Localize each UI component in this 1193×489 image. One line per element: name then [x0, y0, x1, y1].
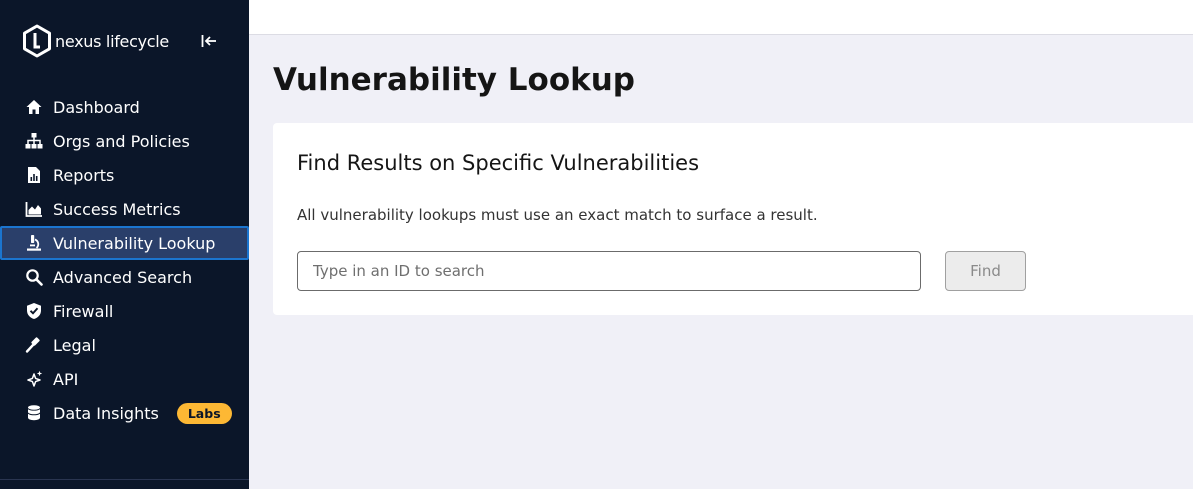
area-chart-icon: [25, 200, 43, 218]
find-button[interactable]: Find: [945, 251, 1026, 291]
vulnerability-id-input[interactable]: [297, 251, 921, 291]
sidebar-item-firewall[interactable]: Firewall: [0, 294, 249, 328]
sidebar-item-orgs-and-policies[interactable]: Orgs and Policies: [0, 124, 249, 158]
page-title: Vulnerability Lookup: [273, 62, 635, 98]
home-icon: [25, 98, 43, 116]
nexus-hexagon-logo: [23, 24, 51, 58]
sidebar-item-vulnerability-lookup[interactable]: Vulnerability Lookup: [0, 226, 249, 260]
top-bar: [249, 0, 1193, 35]
search-icon: [25, 268, 43, 286]
sidebar-item-label: Dashboard: [53, 97, 140, 117]
sidebar-item-label: Legal: [53, 335, 96, 355]
sidebar-item-legal[interactable]: Legal: [0, 328, 249, 362]
sidebar-item-label: Vulnerability Lookup: [53, 233, 216, 253]
org-hierarchy-icon: [25, 132, 43, 150]
labs-badge: Labs: [176, 402, 232, 424]
sidebar-item-label: Reports: [53, 165, 115, 185]
sidebar-item-label: API: [53, 369, 79, 389]
sidebar-item-dashboard[interactable]: Dashboard: [0, 90, 249, 124]
sidebar-item-label: Advanced Search: [53, 267, 193, 287]
brand[interactable]: nexus lifecycle: [22, 24, 169, 58]
sidebar-item-label: Success Metrics: [53, 199, 181, 219]
database-icon: [25, 404, 43, 422]
collapse-left-icon[interactable]: [200, 32, 218, 50]
sidebar-item-advanced-search[interactable]: Advanced Search: [0, 260, 249, 294]
sparkle-icon: [25, 370, 43, 388]
sidebar-nav: Dashboard Orgs and Policies Reports Succ…: [0, 90, 249, 430]
brand-name: nexus lifecycle: [55, 31, 169, 51]
sidebar-item-label: Orgs and Policies: [53, 131, 190, 151]
sidebar-item-success-metrics[interactable]: Success Metrics: [0, 192, 249, 226]
sidebar-item-api[interactable]: API: [0, 362, 249, 396]
lookup-card: Find Results on Specific Vulnerabilities…: [273, 123, 1193, 315]
sidebar-item-label: Firewall: [53, 301, 114, 321]
sidebar-item-label: Data Insights: [53, 403, 159, 423]
card-title: Find Results on Specific Vulnerabilities: [297, 151, 700, 175]
report-icon: [25, 166, 43, 184]
microscope-icon: [25, 234, 43, 252]
card-description: All vulnerability lookups must use an ex…: [297, 206, 818, 224]
sidebar-item-data-insights[interactable]: Data Insights Labs: [0, 396, 249, 430]
sidebar: nexus lifecycle Dashboard Orgs and Polic…: [0, 0, 249, 489]
sidebar-item-reports[interactable]: Reports: [0, 158, 249, 192]
gavel-icon: [25, 336, 43, 354]
shield-check-icon: [25, 302, 43, 320]
sidebar-divider: [0, 479, 249, 480]
